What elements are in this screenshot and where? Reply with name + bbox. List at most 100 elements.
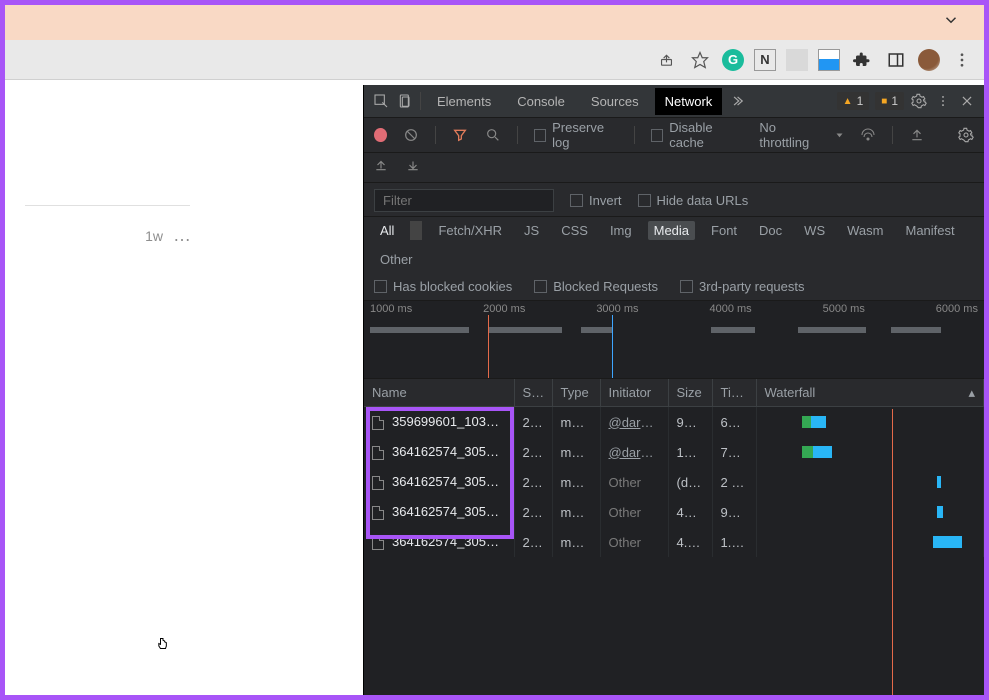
blocked-cookies-checkbox[interactable]: Has blocked cookies <box>374 279 512 294</box>
network-settings-icon[interactable] <box>958 126 974 144</box>
chrome-menu-icon[interactable] <box>950 48 974 72</box>
table-row[interactable]: 364162574_305…206me…Other(di…2 ms <box>364 467 984 497</box>
network-table: Name St… Type Initiator Size Time Waterf… <box>364 379 984 695</box>
col-waterfall[interactable]: Waterfall <box>756 379 984 407</box>
preserve-log-checkbox[interactable]: Preserve log <box>534 120 618 150</box>
tab-console[interactable]: Console <box>507 88 575 115</box>
filter-manifest[interactable]: Manifest <box>899 221 960 240</box>
clear-icon[interactable] <box>403 126 419 144</box>
filter-js[interactable]: JS <box>518 221 545 240</box>
cell-type: me… <box>552 527 600 557</box>
cell-name: 364162574_305… <box>364 497 514 527</box>
filter-ws[interactable]: WS <box>798 221 831 240</box>
filter-img[interactable]: Img <box>604 221 638 240</box>
file-icon <box>372 416 384 430</box>
cell-size: 16… <box>668 437 712 467</box>
cell-waterfall <box>756 407 984 438</box>
cell-status: 206 <box>514 407 552 438</box>
file-icon <box>372 476 384 490</box>
tick-label: 2000 ms <box>483 303 525 315</box>
page-content: 1w … <box>5 85 363 695</box>
panel-icon[interactable] <box>884 48 908 72</box>
export-down-icon[interactable] <box>406 158 420 177</box>
cursor-pointer-icon <box>153 635 173 662</box>
tab-network[interactable]: Network <box>655 88 723 115</box>
devtools-menu-icon[interactable] <box>934 92 952 110</box>
filter-css[interactable]: CSS <box>555 221 594 240</box>
close-devtools-icon[interactable] <box>958 92 976 110</box>
filter-font[interactable]: Font <box>705 221 743 240</box>
filter-icon[interactable] <box>452 126 468 144</box>
tab-elements[interactable]: Elements <box>427 88 501 115</box>
filter-input[interactable] <box>374 189 554 212</box>
hide-data-urls-checkbox[interactable]: Hide data URLs <box>638 193 749 208</box>
profile-avatar[interactable] <box>918 49 940 71</box>
search-icon[interactable] <box>485 126 501 144</box>
top-banner <box>5 5 984 40</box>
col-initiator[interactable]: Initiator <box>600 379 668 407</box>
issues-badge[interactable]: 1 <box>875 92 904 110</box>
table-row[interactable]: 359699601_103…206me…@darkh…97…61… <box>364 407 984 438</box>
extension-g-icon[interactable]: G <box>722 49 744 71</box>
filter-wasm[interactable]: Wasm <box>841 221 889 240</box>
warnings-badge[interactable]: 1 <box>837 92 870 110</box>
inspect-icon[interactable] <box>372 92 390 110</box>
tab-sources[interactable]: Sources <box>581 88 649 115</box>
filter-doc[interactable]: Doc <box>753 221 788 240</box>
chevron-down-icon[interactable] <box>942 11 960 34</box>
share-icon[interactable] <box>654 48 678 72</box>
table-row[interactable]: 364162574_305…206me…@darkh…16…72… <box>364 437 984 467</box>
filter-other[interactable]: Other <box>374 250 419 269</box>
extension-n-icon[interactable]: N <box>754 49 776 71</box>
third-party-checkbox[interactable]: 3rd-party requests <box>680 279 805 294</box>
more-tabs-icon[interactable] <box>728 92 746 110</box>
throttling-select[interactable]: No throttling <box>759 120 843 150</box>
extension-window-icon[interactable] <box>818 49 840 71</box>
device-toggle-icon[interactable] <box>396 92 414 110</box>
settings-gear-icon[interactable] <box>910 92 928 110</box>
col-status[interactable]: St… <box>514 379 552 407</box>
cell-type: me… <box>552 437 600 467</box>
cell-type: me… <box>552 467 600 497</box>
cell-type: me… <box>552 497 600 527</box>
network-conditions-icon[interactable] <box>860 126 876 144</box>
col-time[interactable]: Time <box>712 379 756 407</box>
col-name[interactable]: Name <box>364 379 514 407</box>
cell-initiator[interactable]: @darkh… <box>600 437 668 467</box>
cell-time: 2 ms <box>712 467 756 497</box>
table-header-row[interactable]: Name St… Type Initiator Size Time Waterf… <box>364 379 984 407</box>
cell-name: 359699601_103… <box>364 407 514 438</box>
network-toolbar-2 <box>364 153 984 183</box>
cell-waterfall <box>756 497 984 527</box>
cell-size: 97… <box>668 407 712 438</box>
table-row[interactable]: 364162574_305…206me…Other4.5…1.1… <box>364 527 984 557</box>
tick-label: 1000 ms <box>370 303 412 315</box>
invert-checkbox[interactable]: Invert <box>570 193 622 208</box>
import-har-icon[interactable] <box>909 126 925 144</box>
cell-waterfall <box>756 467 984 497</box>
star-icon[interactable] <box>688 48 712 72</box>
devtools-panel: Elements Console Sources Network 1 1 Pre… <box>363 85 984 695</box>
cell-initiator[interactable]: @darkh… <box>600 407 668 438</box>
timeline-overview[interactable]: 1000 ms 2000 ms 3000 ms 4000 ms 5000 ms … <box>364 301 984 379</box>
cell-time: 61… <box>712 407 756 438</box>
table-row[interactable]: 364162574_305…206me…Other42…90 … <box>364 497 984 527</box>
cell-initiator: Other <box>600 497 668 527</box>
tick-label: 4000 ms <box>709 303 751 315</box>
blocked-requests-checkbox[interactable]: Blocked Requests <box>534 279 658 294</box>
disable-cache-checkbox[interactable]: Disable cache <box>651 120 743 150</box>
post-more-button[interactable]: … <box>173 225 193 246</box>
col-size[interactable]: Size <box>668 379 712 407</box>
tick-label: 6000 ms <box>936 303 978 315</box>
extension-square-icon[interactable] <box>786 49 808 71</box>
cell-time: 1.1… <box>712 527 756 557</box>
export-up-icon[interactable] <box>374 158 388 177</box>
extensions-puzzle-icon[interactable] <box>850 48 874 72</box>
filter-all[interactable]: All <box>374 221 400 240</box>
cell-status: 206 <box>514 527 552 557</box>
col-type[interactable]: Type <box>552 379 600 407</box>
cell-name: 364162574_305… <box>364 437 514 467</box>
filter-fetchxhr[interactable]: Fetch/XHR <box>432 221 508 240</box>
record-button[interactable] <box>374 128 387 142</box>
filter-media[interactable]: Media <box>648 221 695 240</box>
